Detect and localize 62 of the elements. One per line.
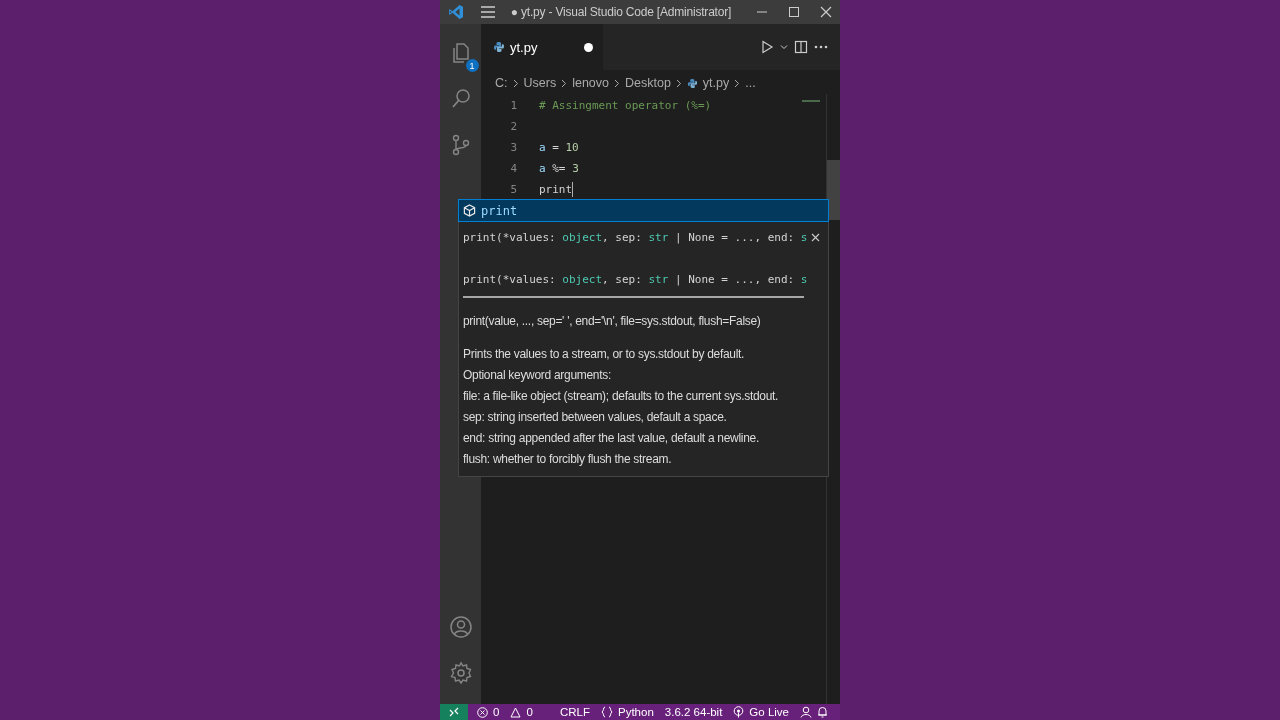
chevron-right-icon (512, 78, 519, 88)
language-mode[interactable]: Python (618, 706, 654, 718)
line-number: 3 (509, 141, 517, 154)
broadcast-icon[interactable] (733, 706, 745, 718)
signature-line: print(*values: object, sep: str | None = ..., end: s (463, 231, 808, 244)
menu-icon[interactable] (480, 5, 496, 19)
warning-count[interactable]: 0 (526, 706, 533, 718)
line-ending[interactable]: CRLF (559, 706, 590, 718)
chevron-right-icon (561, 78, 568, 88)
notification-badge: 1 (465, 59, 479, 72)
line-number: 1 (509, 99, 517, 112)
breadcrumb-item[interactable]: lenovo (572, 76, 609, 90)
warning-icon[interactable] (510, 706, 522, 718)
chevron-right-icon (614, 78, 620, 88)
interpreter-version[interactable]: 3.6.2 64-bit (664, 706, 723, 718)
code-line: print (539, 183, 573, 196)
breadcrumb-item[interactable]: C: (495, 76, 508, 90)
settings-icon[interactable] (448, 661, 473, 685)
remote-icon (449, 707, 459, 717)
doc-text: Optional keyword arguments: (463, 367, 612, 384)
chevron-right-icon (734, 78, 741, 88)
doc-text: flush: whether to forcibly flush the stream. (463, 451, 673, 468)
chevron-right-icon (675, 78, 682, 88)
cube-icon (463, 204, 476, 217)
split-editor-icon[interactable] (794, 40, 808, 54)
bell-icon[interactable] (817, 706, 828, 718)
doc-text: end: string appended after the last value, default a newline. (463, 430, 760, 447)
app-logo-icon (448, 4, 464, 20)
breadcrumb-item[interactable]: ... (745, 76, 756, 90)
remote-button[interactable] (440, 704, 468, 720)
code-line: a %= 3 (539, 162, 579, 175)
close-icon[interactable] (820, 6, 832, 18)
doc-text: Prints the values to a stream, or to sys.stdout by default. (463, 346, 746, 363)
chevron-down-icon[interactable] (780, 43, 788, 51)
maximize-icon[interactable] (788, 6, 800, 18)
window-title: ● yt.py - Visual Studio Code [Administrator] (509, 5, 733, 19)
line-number: 5 (509, 183, 517, 196)
run-icon[interactable] (760, 40, 774, 54)
doc-text: sep: string inserted between values, default a space. (463, 409, 728, 426)
signature-line: print(*values: object, sep: str | None = ..., end: s (463, 273, 808, 286)
more-icon[interactable] (814, 45, 828, 49)
scrollbar-thumb[interactable] (827, 160, 840, 220)
close-icon[interactable] (811, 233, 820, 242)
feedback-icon[interactable] (800, 706, 812, 718)
line-number: 2 (509, 120, 517, 133)
error-icon[interactable] (477, 706, 488, 718)
account-icon[interactable] (448, 615, 473, 639)
error-count[interactable]: 0 (493, 706, 500, 718)
breadcrumb-item[interactable]: yt.py (702, 76, 730, 90)
suggestion-item[interactable]: print (459, 200, 828, 221)
python-icon (493, 41, 505, 53)
breadcrumb-item[interactable]: Desktop (625, 76, 671, 90)
line-number: 4 (509, 162, 517, 175)
doc-text: file: a file-like object (stream); defaults to the current sys.stdout. (463, 388, 780, 405)
doc-signature: print(value, ..., sep=' ', end='\n', file=sys.stdout, flush=False) (463, 314, 762, 328)
braces-icon[interactable] (601, 706, 613, 718)
python-icon (686, 77, 698, 89)
code-line: a = 10 (539, 141, 579, 154)
go-live-button[interactable]: Go Live (749, 706, 789, 718)
editor-tab[interactable]: yt.py (481, 24, 603, 70)
code-line: # Assingment operator (%=) (539, 99, 712, 112)
breadcrumb-item[interactable]: Users (523, 76, 557, 90)
